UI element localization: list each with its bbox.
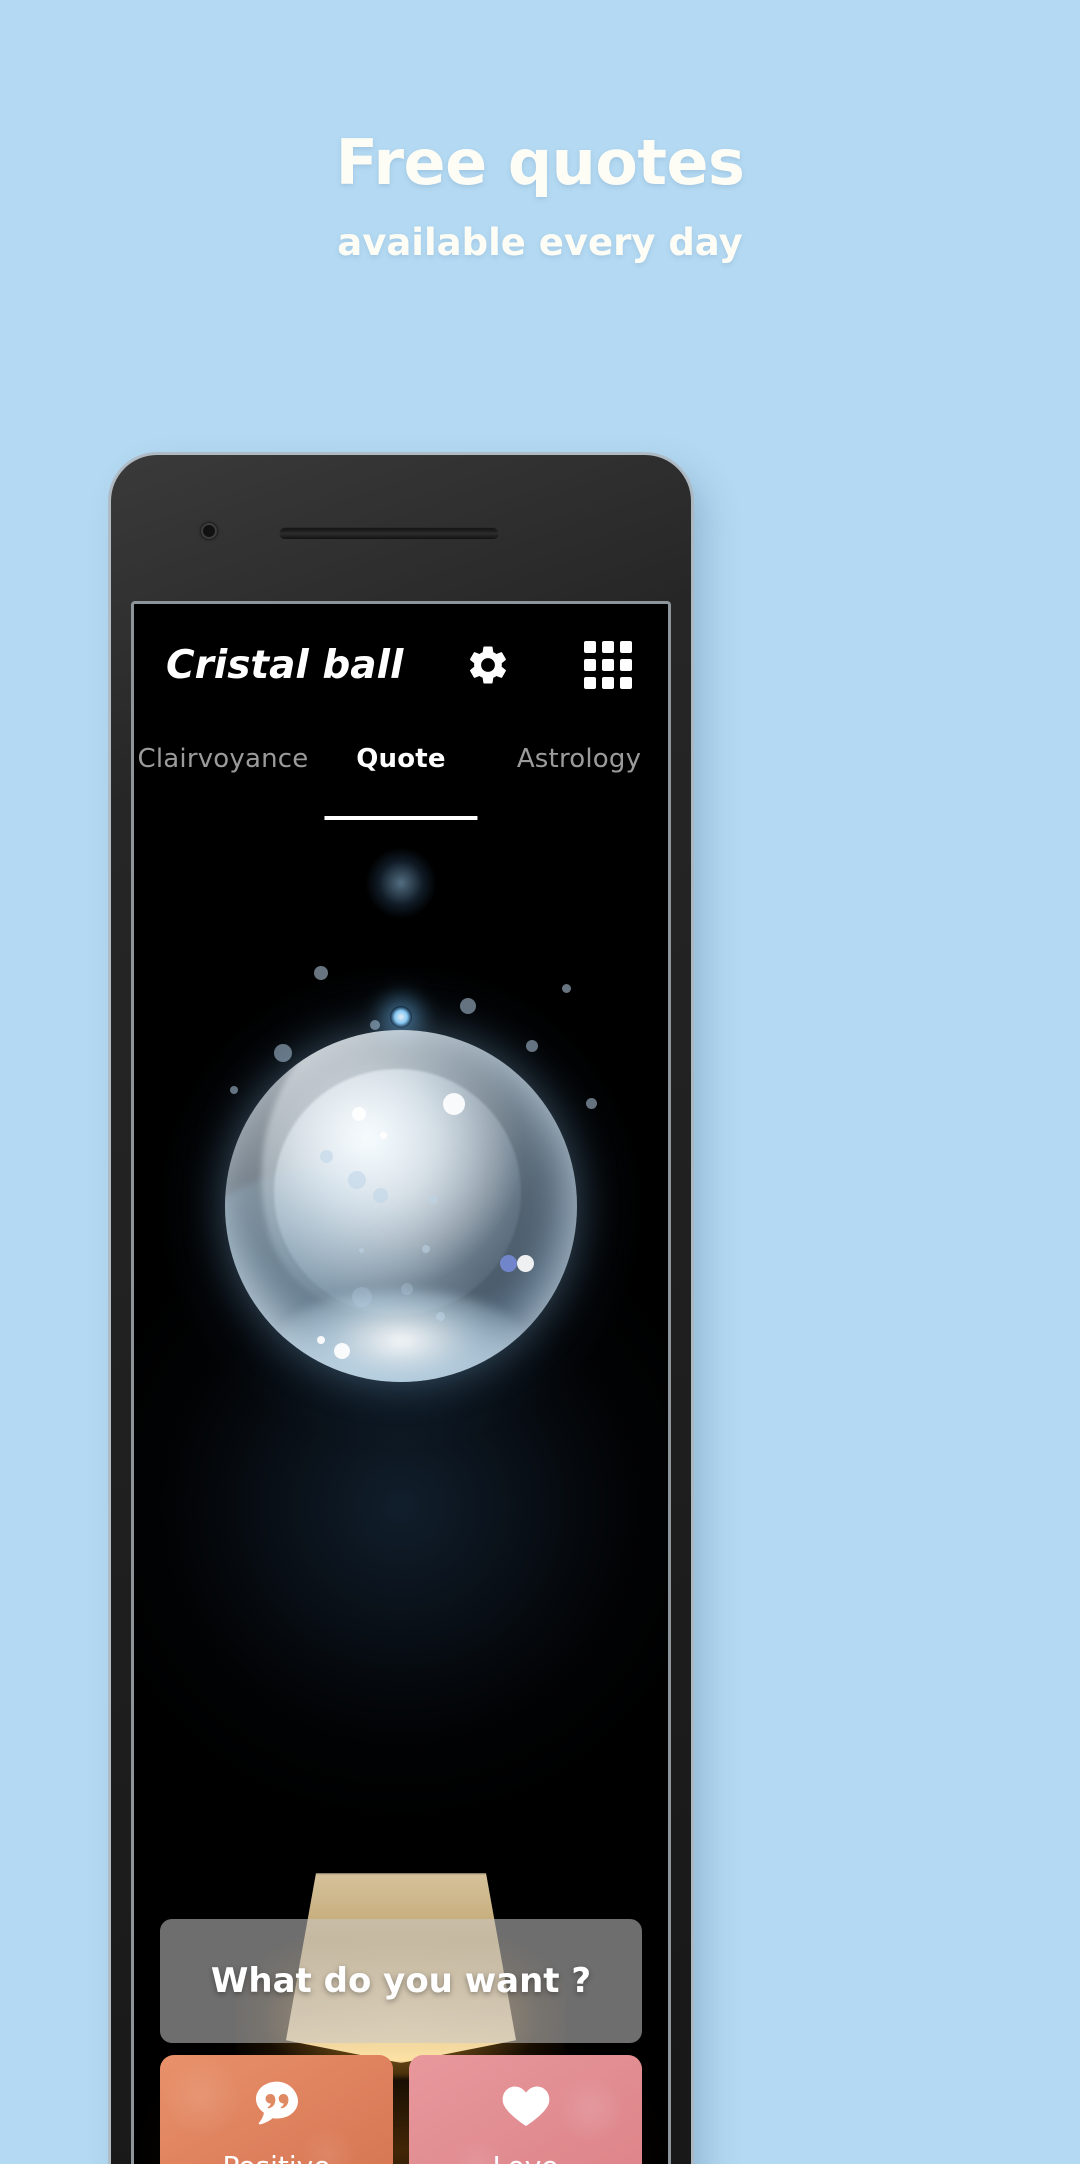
crystal-ball-stage: What do you want ? Positive q [134, 834, 668, 2164]
tab-bar: Clairvoyance Quote Astrology [134, 726, 668, 834]
grid-cell [584, 677, 596, 689]
phone-screen: Cristal ball Clairvoyance Quote Astrolog… [131, 601, 671, 2164]
heart-icon [495, 2077, 557, 2133]
tab-label: Clairvoyance [137, 744, 309, 774]
quote-category-cards: Positive quotes Love quotes [160, 2055, 642, 2164]
tab-astrology[interactable]: Astrology [490, 726, 668, 834]
tab-label: Quote [356, 744, 446, 774]
card-line-1: Positive [223, 2149, 331, 2164]
grid-cell [602, 641, 614, 653]
positive-quotes-label: Positive quotes [223, 2149, 331, 2164]
apps-grid-button[interactable] [576, 633, 640, 697]
love-quotes-label: Love quotes [478, 2149, 573, 2164]
grid-cell [584, 641, 596, 653]
settings-button[interactable] [456, 633, 520, 697]
grid-cell [584, 659, 596, 671]
phone-mockup: Cristal ball Clairvoyance Quote Astrolog… [111, 455, 691, 2164]
tab-quote[interactable]: Quote [312, 726, 490, 834]
gear-icon [470, 646, 506, 684]
app-title: Cristal ball [166, 642, 404, 688]
card-line-1: Love [478, 2149, 573, 2164]
ambient-glow-top [366, 848, 436, 918]
positive-quotes-card[interactable]: Positive quotes [160, 2055, 393, 2164]
app-bar: Cristal ball [134, 604, 668, 726]
grid-cell [602, 677, 614, 689]
tab-label: Astrology [516, 744, 642, 774]
sparkle-dot [562, 984, 571, 993]
grid-cell [620, 659, 632, 671]
grid-cell [602, 659, 614, 671]
front-camera-icon [201, 523, 217, 539]
grid-cell [620, 677, 632, 689]
app-viewport: Cristal ball Clairvoyance Quote Astrolog… [134, 604, 668, 2164]
tab-clairvoyance[interactable]: Clairvoyance [134, 726, 312, 834]
cta-label: What do you want ? [210, 1961, 592, 2001]
phone-top-bezel [111, 455, 691, 603]
promo-header: Free quotes available every day [0, 0, 1080, 264]
love-quotes-card[interactable]: Love quotes [409, 2055, 642, 2164]
grid-apps-icon [584, 641, 632, 689]
promo-title: Free quotes [335, 126, 745, 199]
ball-sphere [225, 1030, 577, 1382]
earpiece-speaker [279, 527, 499, 539]
grid-cell [620, 641, 632, 653]
crystal-ball[interactable] [155, 960, 647, 1452]
tab-underline [324, 816, 478, 820]
what-do-you-want-button[interactable]: What do you want ? [160, 1919, 642, 2043]
quote-bubble-icon [246, 2077, 308, 2133]
promo-subtitle: available every day [337, 221, 743, 264]
